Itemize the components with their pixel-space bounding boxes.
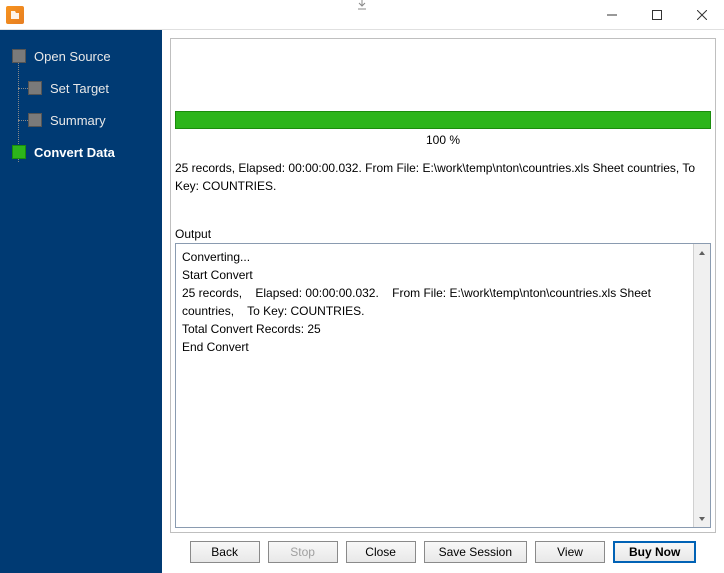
progress-percent: 100 % [175,129,711,155]
output-text: Converting... Start Convert 25 records, … [176,244,693,527]
step-box-icon [12,49,26,63]
download-icon [355,0,369,15]
close-page-button[interactable]: Close [346,541,416,563]
stop-button: Stop [268,541,338,563]
sidebar-item-label: Set Target [50,81,109,96]
sidebar-item-label: Open Source [34,49,111,64]
step-box-icon [28,113,42,127]
minimize-button[interactable] [589,0,634,29]
progress-bar [175,111,711,129]
main-panel: 100 % 25 records, Elapsed: 00:00:00.032.… [162,30,724,573]
app-icon [6,6,24,24]
save-session-button[interactable]: Save Session [424,541,527,563]
scroll-up-icon[interactable] [694,244,710,261]
sidebar-item-convert-data[interactable]: Convert Data [0,136,162,168]
titlebar [0,0,724,30]
output-box: Converting... Start Convert 25 records, … [175,243,711,528]
buy-now-button[interactable]: Buy Now [613,541,696,563]
sidebar-item-set-target[interactable]: Set Target [0,72,162,104]
sidebar-item-open-source[interactable]: Open Source [0,40,162,72]
view-button[interactable]: View [535,541,605,563]
back-button[interactable]: Back [190,541,260,563]
scrollbar[interactable] [693,244,710,527]
sidebar-item-label: Summary [50,113,106,128]
maximize-button[interactable] [634,0,679,29]
output-label: Output [171,203,715,243]
sidebar-item-label: Convert Data [34,145,115,160]
sidebar: Open Source Set Target Summary Convert D… [0,30,162,573]
step-box-icon [12,145,26,159]
button-row: Back Stop Close Save Session View Buy No… [170,533,716,565]
sidebar-item-summary[interactable]: Summary [0,104,162,136]
close-button[interactable] [679,0,724,29]
status-text: 25 records, Elapsed: 00:00:00.032. From … [171,159,715,203]
scroll-down-icon[interactable] [694,510,710,527]
step-box-icon [28,81,42,95]
